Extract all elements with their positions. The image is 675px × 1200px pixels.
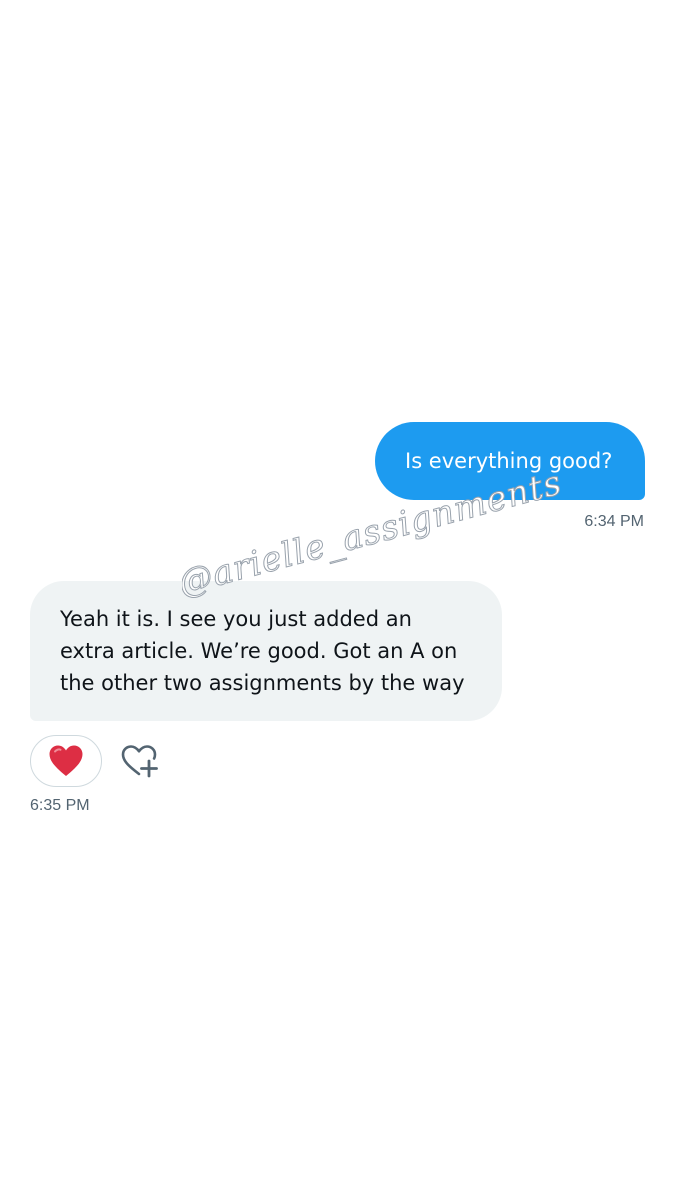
outgoing-message-bubble[interactable]: Is everything good?: [375, 422, 645, 500]
incoming-message-bubble[interactable]: Yeah it is. I see you just added an extr…: [30, 581, 502, 721]
heart-plus-icon[interactable]: [120, 743, 162, 779]
heart-icon: [49, 745, 83, 776]
outgoing-message-text: Is everything good?: [405, 449, 613, 473]
heart-reaction-button[interactable]: [30, 735, 102, 787]
outgoing-message-timestamp: 6:34 PM: [584, 513, 644, 530]
incoming-message-timestamp: 6:35 PM: [30, 797, 90, 814]
incoming-message-text: Yeah it is. I see you just added an extr…: [60, 607, 465, 695]
